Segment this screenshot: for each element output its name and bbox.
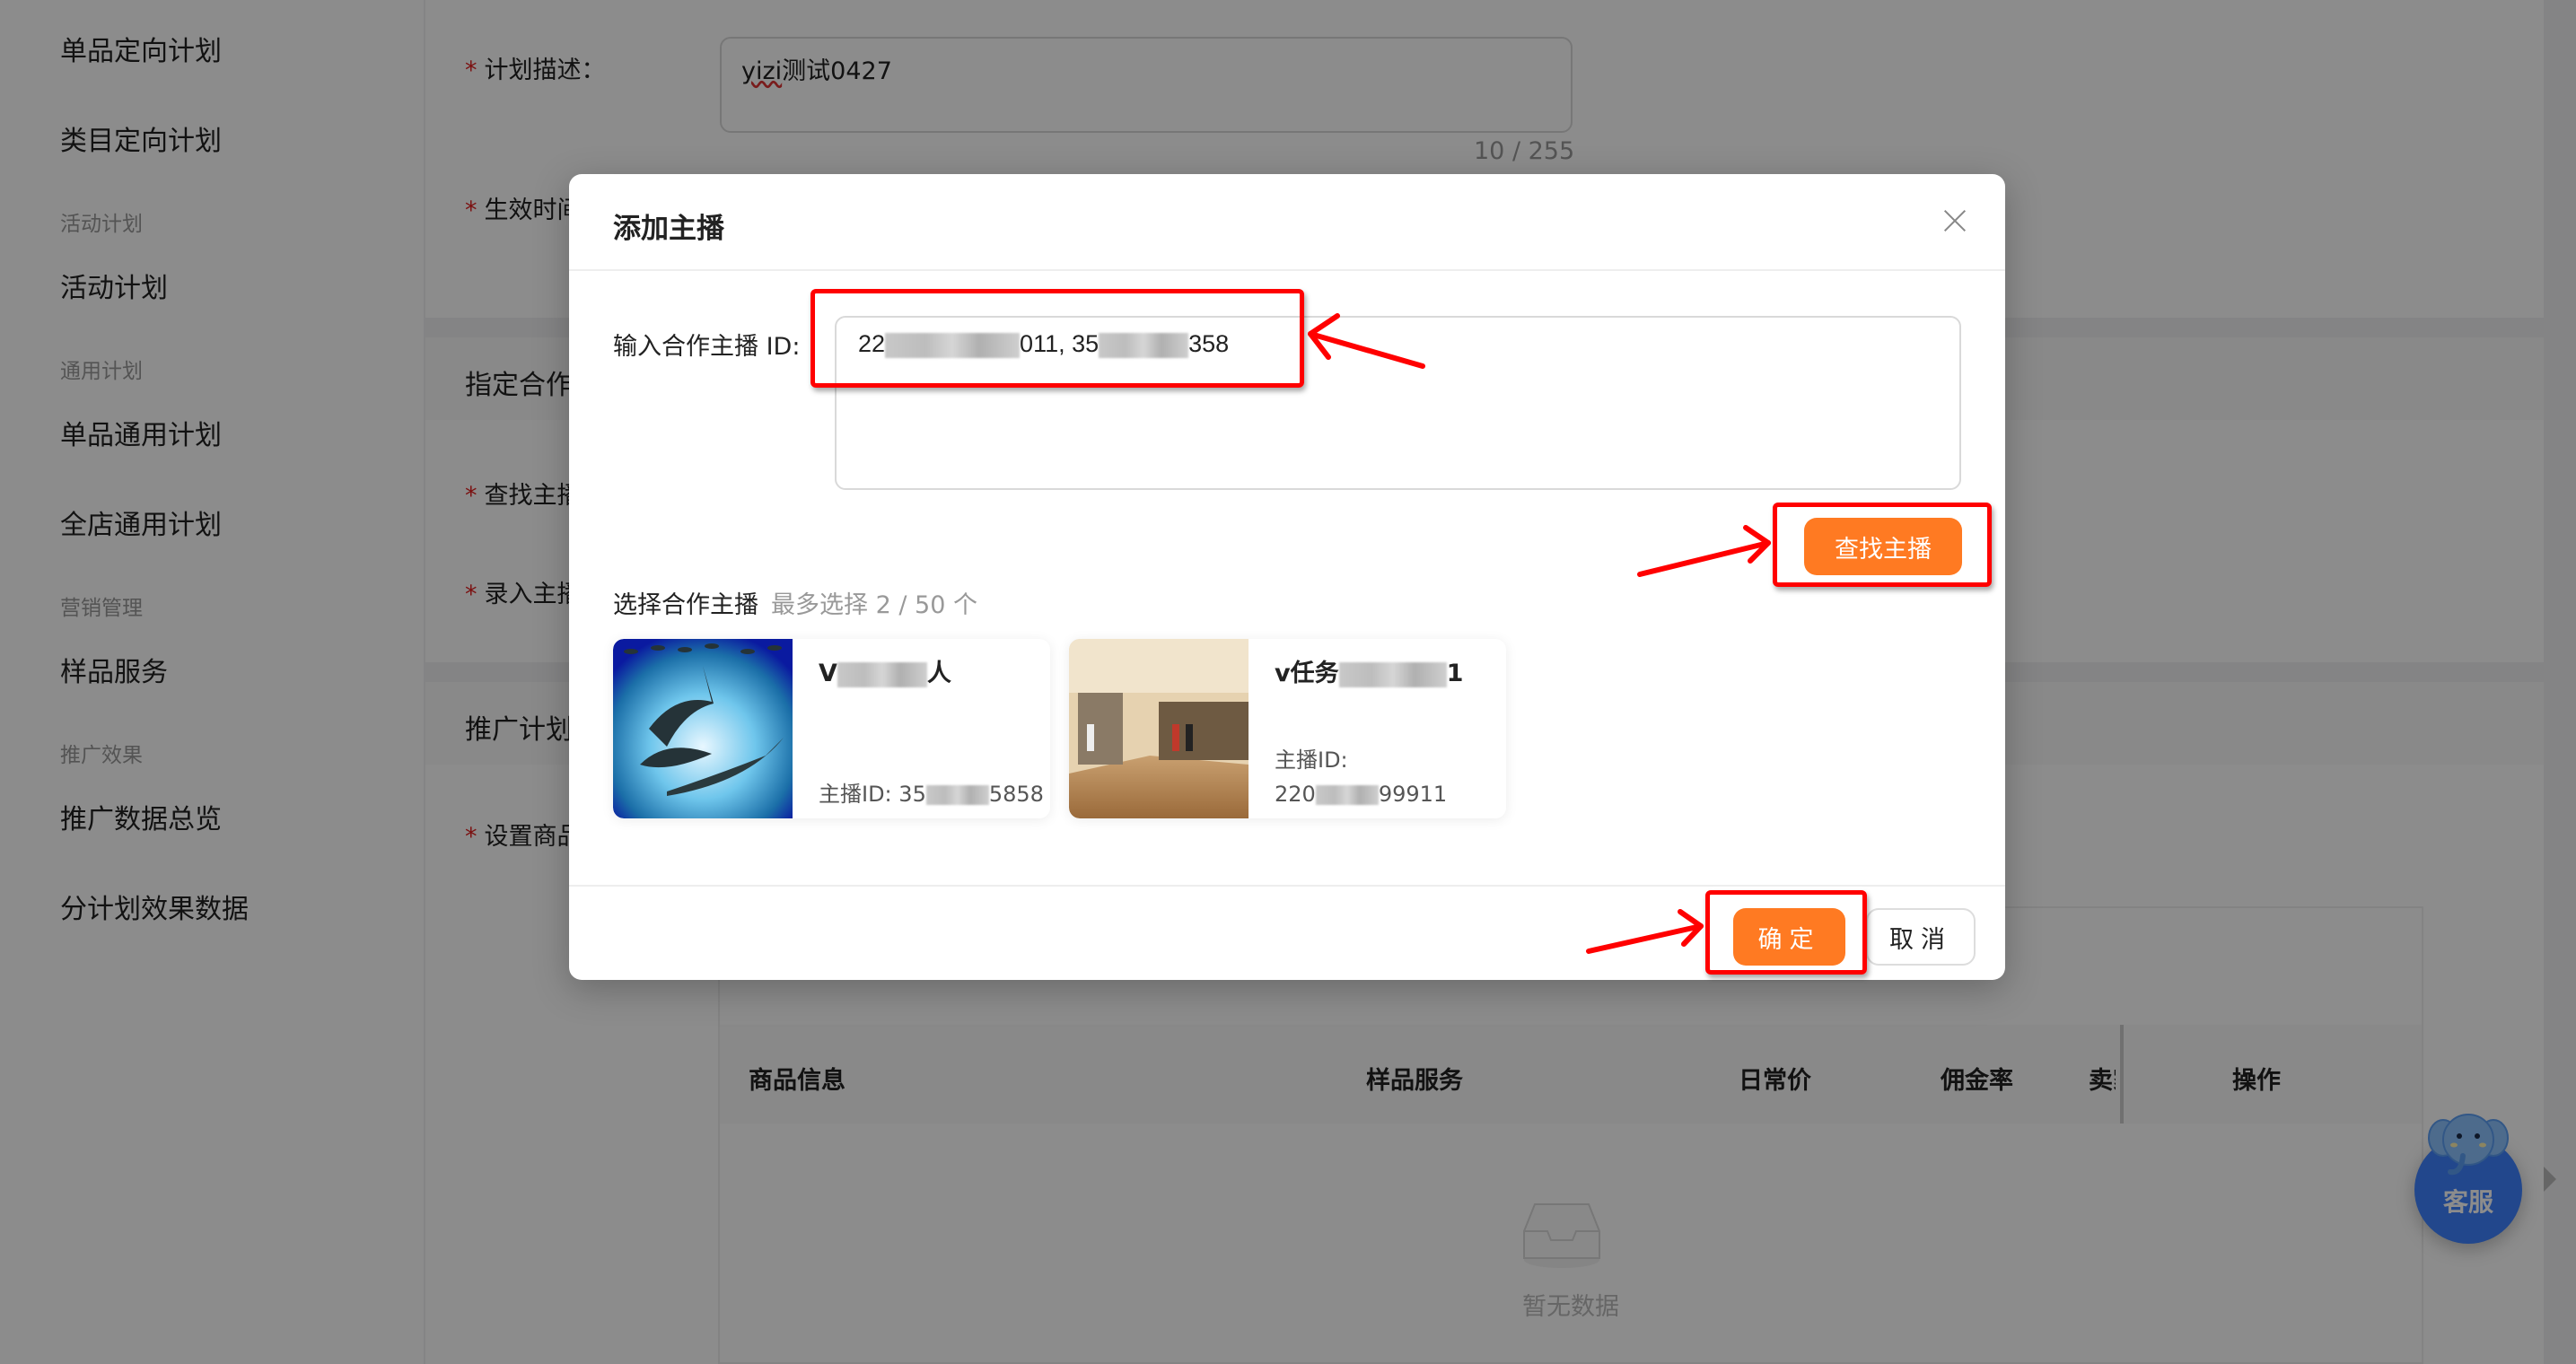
add-anchor-dialog: 添加主播 输入合作主播 ID: 22 011, 35 358 查找主播 选择合作主播… bbox=[569, 174, 2005, 980]
redacted-text bbox=[1338, 661, 1447, 687]
select-limit-hint: 最多选择 2 / 50 个 bbox=[771, 591, 977, 619]
anchor-id-text-part: 358 bbox=[1188, 330, 1230, 357]
dialog-title: 添加主播 bbox=[613, 213, 724, 245]
anchor-avatar-mall-image bbox=[1069, 639, 1249, 818]
redacted-text bbox=[1099, 332, 1189, 358]
anchor-id-label: 输入合作主播 ID: bbox=[613, 333, 801, 361]
cancel-button[interactable]: 取消 bbox=[1866, 908, 1976, 966]
close-icon[interactable] bbox=[1941, 206, 1969, 235]
redacted-text bbox=[885, 332, 1021, 358]
redacted-text bbox=[837, 661, 927, 687]
anchor-card[interactable]: V人 主播ID: 35 5858 bbox=[613, 639, 1050, 818]
anchor-id-textarea[interactable]: 22 011, 35 358 bbox=[835, 316, 1961, 490]
anchor-id: 主播ID: 220 99911 bbox=[1275, 748, 1448, 807]
anchor-id-text-part: 011, 35 bbox=[1020, 330, 1100, 357]
anchor-id: 主播ID: 35 5858 bbox=[819, 782, 1044, 807]
redacted-text bbox=[1315, 785, 1379, 805]
search-anchor-button[interactable]: 查找主播 bbox=[1804, 518, 1962, 575]
dialog-footer: 确定 取消 bbox=[569, 885, 2005, 980]
anchor-name: V人 bbox=[819, 660, 951, 687]
anchor-id-text-part: 22 bbox=[858, 330, 886, 357]
anchor-avatar-shark-image bbox=[613, 639, 793, 818]
anchor-card[interactable]: v任务 1 主播ID: 220 99911 bbox=[1069, 639, 1506, 818]
select-anchor-title: 选择合作主播 最多选择 2 / 50 个 bbox=[613, 591, 977, 619]
anchor-name: v任务 1 bbox=[1275, 660, 1464, 687]
dialog-header: 添加主播 bbox=[569, 174, 2005, 271]
confirm-button[interactable]: 确定 bbox=[1733, 908, 1845, 966]
redacted-text bbox=[925, 785, 989, 805]
